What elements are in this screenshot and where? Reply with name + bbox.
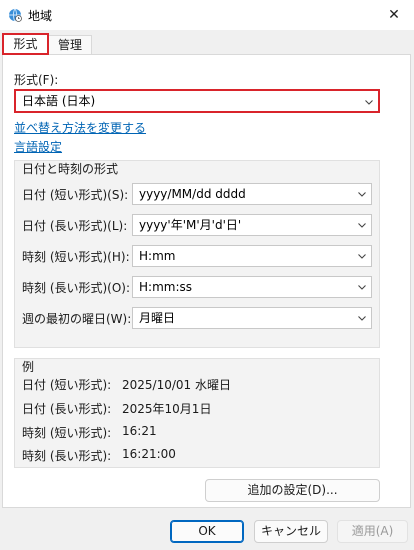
chevron-down-icon (358, 223, 366, 228)
first-day-value: 月曜日 (139, 311, 176, 325)
sort-method-link[interactable]: 並べ替え方法を変更する (14, 119, 146, 136)
example-date-long-label: 日付 (長い形式): (22, 402, 112, 416)
chevron-down-icon (358, 285, 366, 290)
datetime-group-title: 日付と時刻の形式 (22, 162, 119, 176)
ok-button[interactable]: OK (170, 520, 244, 543)
cancel-button[interactable]: キャンセル (254, 520, 328, 543)
example-date-short-value: 2025/10/01 水曜日 (122, 378, 231, 392)
example-date-long-value: 2025年10月1日 (122, 402, 212, 416)
time-short-value: H:mm (139, 249, 176, 263)
time-short-label: 時刻 (短い形式)(H): (22, 250, 130, 264)
date-long-value: yyyy'年'M'月'd'日' (139, 218, 242, 232)
language-settings-link[interactable]: 言語設定 (14, 138, 62, 155)
chevron-down-icon (365, 100, 373, 105)
tab-format[interactable]: 形式 (2, 33, 49, 55)
example-time-long-label: 時刻 (長い形式): (22, 449, 112, 463)
format-dropdown-value: 日本語 (日本) (22, 94, 96, 108)
time-long-value: H:mm:ss (139, 280, 192, 294)
example-time-short-value: 16:21 (122, 424, 157, 438)
date-short-label: 日付 (短い形式)(S): (22, 188, 129, 202)
chevron-down-icon (358, 192, 366, 197)
format-label: 形式(F): (14, 73, 59, 87)
additional-settings-button[interactable]: 追加の設定(D)... (205, 479, 380, 502)
date-long-dropdown[interactable]: yyyy'年'M'月'd'日' (132, 214, 372, 236)
title-bar: 地域 ✕ (0, 0, 414, 30)
chevron-down-icon (358, 254, 366, 259)
time-long-label: 時刻 (長い形式)(O): (22, 281, 131, 295)
date-short-value: yyyy/MM/dd dddd (139, 187, 246, 201)
date-long-label: 日付 (長い形式)(L): (22, 219, 128, 233)
time-short-dropdown[interactable]: H:mm (132, 245, 372, 267)
globe-clock-icon (9, 8, 22, 22)
tab-manage[interactable]: 管理 (48, 35, 92, 54)
window-title: 地域 (28, 9, 53, 23)
chevron-down-icon (358, 316, 366, 321)
first-day-dropdown[interactable]: 月曜日 (132, 307, 372, 329)
examples-group-title: 例 (22, 360, 35, 374)
example-time-long-value: 16:21:00 (122, 447, 176, 461)
close-button[interactable]: ✕ (374, 0, 414, 30)
apply-button[interactable]: 適用(A) (337, 520, 408, 543)
example-date-short-label: 日付 (短い形式): (22, 378, 112, 392)
first-day-label: 週の最初の曜日(W): (22, 312, 132, 326)
date-short-dropdown[interactable]: yyyy/MM/dd dddd (132, 183, 372, 205)
example-time-short-label: 時刻 (短い形式): (22, 426, 112, 440)
format-dropdown[interactable]: 日本語 (日本) (14, 89, 380, 113)
time-long-dropdown[interactable]: H:mm:ss (132, 276, 372, 298)
